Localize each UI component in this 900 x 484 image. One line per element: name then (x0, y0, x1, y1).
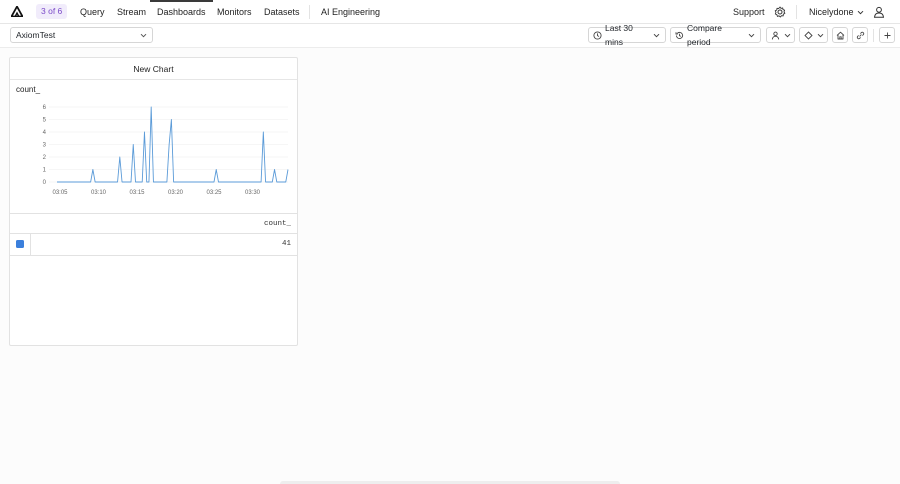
y-tick-label: 1 (43, 168, 47, 174)
nav-ai-engineering[interactable]: AI Engineering (321, 0, 380, 24)
axiom-logo-icon[interactable] (11, 6, 23, 17)
x-tick-label: 03:25 (206, 190, 222, 196)
y-tick-label: 2 (43, 155, 47, 161)
nav-datasets[interactable]: Datasets (264, 0, 300, 24)
nav-divider-right (796, 5, 797, 19)
clock-icon (593, 30, 602, 40)
home-button[interactable] (832, 27, 848, 43)
column-header-count: count_ (263, 220, 291, 228)
table-row[interactable]: 41 (10, 234, 297, 256)
person-filter-icon (771, 31, 780, 39)
link-icon (856, 31, 865, 39)
y-tick-label: 4 (43, 130, 47, 136)
time-range-label: Last 30 mins (605, 23, 633, 47)
x-tick-label: 03:15 (129, 190, 145, 196)
toolbar-divider (873, 29, 874, 42)
user-menu[interactable]: Nicelydone (809, 0, 865, 24)
top-nav: 3 of 6 Query Stream Dashboards Monitors … (0, 0, 900, 24)
line-chart: 0 1 2 3 4 5 6 03:05 03:10 03:15 03:20 03:25 03:30 (43, 105, 289, 196)
chart-panel[interactable]: New Chart count_ 0 1 2 3 4 5 6 03:05 03:10 03:15… (9, 57, 298, 346)
annotations-button[interactable] (799, 27, 828, 43)
series-color-swatch (16, 240, 24, 248)
nav-monitors[interactable]: Monitors (217, 0, 252, 24)
add-chart-button[interactable] (879, 27, 895, 43)
user-name: Nicelydone (809, 7, 854, 17)
dataset-select-value: AxiomTest (16, 30, 56, 40)
y-tick-label: 5 (43, 118, 47, 124)
plus-icon (884, 32, 891, 38)
nav-query[interactable]: Query (80, 0, 105, 24)
user-icon[interactable] (873, 6, 885, 18)
dashboard-canvas: New Chart count_ 0 1 2 3 4 5 6 03:05 03:10 03:15… (0, 48, 900, 484)
history-icon (675, 31, 684, 39)
series-color-cell (10, 234, 31, 255)
chevron-down-icon (653, 33, 660, 37)
compare-period-label: Compare period (687, 23, 722, 47)
chevron-down-icon (784, 33, 791, 37)
dashboard-toolbar: AxiomTest Last 30 mins Compare period (0, 23, 900, 48)
home-icon (836, 31, 845, 39)
chart-title[interactable]: New Chart (10, 58, 297, 80)
gear-icon[interactable] (774, 6, 786, 18)
y-tick-label: 6 (43, 105, 47, 111)
table-cell-count: 41 (281, 240, 291, 248)
chevron-down-icon (857, 10, 864, 15)
x-tick-label: 03:30 (245, 190, 261, 196)
y-tick-label: 3 (43, 143, 47, 149)
dataset-select[interactable]: AxiomTest (10, 27, 153, 43)
nav-dashboards[interactable]: Dashboards (150, 0, 212, 24)
chevron-down-icon (140, 33, 147, 38)
share-link-button[interactable] (852, 27, 868, 43)
filter-user-button[interactable] (766, 27, 795, 43)
x-tick-label: 03:10 (91, 190, 107, 196)
chevron-down-icon (748, 33, 755, 37)
nav-divider (309, 5, 310, 19)
diamond-icon (804, 30, 813, 40)
compare-period-button[interactable]: Compare period (670, 23, 761, 47)
x-tick-label: 03:20 (168, 190, 184, 196)
page-count-badge[interactable]: 3 of 6 (36, 4, 68, 19)
time-range-button[interactable]: Last 30 mins (588, 23, 666, 47)
y-tick-label: 0 (43, 180, 47, 186)
nav-stream[interactable]: Stream (117, 0, 146, 24)
table-header: count_ (10, 213, 297, 234)
chevron-down-icon (817, 33, 824, 37)
x-tick-label: 03:05 (52, 190, 68, 196)
